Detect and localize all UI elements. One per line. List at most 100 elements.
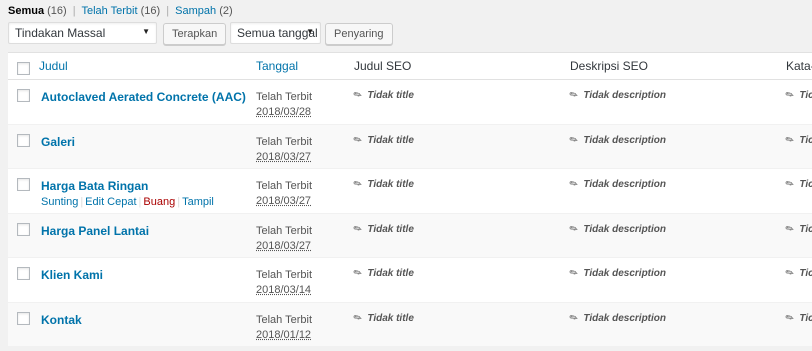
date-filter-select[interactable]: Semua tanggal ▼ (230, 22, 321, 44)
pencil-icon: ✎ (783, 177, 797, 192)
quick-edit-link[interactable]: Edit Cepat (85, 196, 136, 208)
filter-all[interactable]: Semua (8, 5, 44, 17)
publish-date: 2018/01/12 (256, 328, 312, 341)
publish-status: Telah Terbit (256, 224, 313, 237)
seo-title-value: Tidak title (367, 90, 414, 101)
keywords-value: Tic (799, 90, 812, 101)
pages-table: Judul Tanggal Judul SEO Deskripsi SEO Ka… (8, 52, 812, 347)
pencil-icon: ✎ (351, 88, 365, 103)
keywords-value: Tic (799, 312, 812, 324)
pencil-icon: ✎ (351, 311, 365, 325)
seo-description-cell[interactable]: ✎ Tidak description (567, 177, 667, 192)
pencil-icon: ✎ (567, 222, 581, 236)
row-checkbox[interactable] (17, 89, 30, 102)
pencil-icon: ✎ (783, 133, 797, 147)
page-title-link[interactable]: Harga Panel Lantai (41, 224, 149, 238)
row-actions: Sunting | Edit Cepat | Buang | Tampil (41, 196, 214, 208)
pencil-icon: ✎ (567, 88, 581, 103)
seo-title-cell[interactable]: ✎ Tidak title (351, 222, 414, 236)
publish-status: Telah Terbit (256, 135, 313, 148)
seo-description-cell[interactable]: ✎ Tidak description (567, 88, 666, 103)
bulk-action-select[interactable]: Tindakan Massal ▼ (8, 22, 157, 44)
seo-description-cell[interactable]: ✎ Tidak description (567, 222, 666, 236)
trash-link[interactable]: Buang (143, 196, 175, 208)
page-title-link[interactable]: Kontak (41, 313, 82, 327)
filter-button[interactable]: Penyaring (325, 23, 393, 45)
pencil-icon: ✎ (783, 88, 797, 103)
select-all-checkbox[interactable] (17, 62, 30, 75)
bulk-action-value: Tindakan Massal (15, 26, 106, 40)
row-checkbox[interactable] (17, 222, 30, 236)
table-row: Harga Panel Lantai Telah Terbit 2018/03/… (8, 213, 812, 258)
keywords-cell[interactable]: ✎Tic (783, 311, 812, 325)
date-cell: Telah Terbit 2018/01/12 (256, 313, 312, 343)
page-title-link[interactable]: Galeri (41, 135, 75, 149)
seo-description-value: Tidak description (583, 179, 667, 190)
pencil-icon: ✎ (567, 266, 581, 281)
keywords-cell[interactable]: ✎Tic (783, 222, 812, 236)
filter-published[interactable]: Telah Terbit (81, 5, 137, 17)
row-checkbox[interactable] (17, 178, 30, 191)
pencil-icon: ✎ (351, 266, 365, 281)
seo-title-cell[interactable]: ✎ Tidak title (351, 311, 414, 325)
publish-status: Telah Terbit (256, 180, 313, 192)
keywords-cell[interactable]: ✎Tic (784, 267, 812, 281)
keywords-cell[interactable]: ✎Tic (783, 88, 812, 103)
seo-description-cell[interactable]: ✎ Tidak description (568, 311, 667, 325)
filter-trash[interactable]: Sampah (175, 5, 216, 17)
seo-title-value: Tidak title (367, 268, 414, 279)
seo-description-value: Tidak description (583, 134, 667, 146)
publish-status: Telah Terbit (256, 269, 313, 281)
filter-trash-count: (2) (219, 5, 233, 17)
publish-date: 2018/03/14 (256, 284, 312, 296)
pencil-icon: ✎ (351, 222, 365, 236)
pencil-icon: ✎ (783, 311, 797, 325)
column-seo-title: Judul SEO (354, 59, 412, 73)
column-title-sort[interactable]: Judul (39, 59, 68, 73)
seo-description-value: Tidak description (583, 268, 667, 279)
publish-status: Telah Terbit (256, 313, 313, 326)
seo-title-cell[interactable]: ✎ Tidak title (351, 266, 414, 281)
keywords-value: Tic (799, 223, 812, 235)
status-filter-links: Semua (16) | Telah Terbit (16) | Sampah … (8, 5, 233, 17)
row-checkbox[interactable] (17, 133, 30, 147)
seo-description-value: Tidak description (583, 312, 667, 324)
keywords-cell[interactable]: ✎Tic (783, 133, 812, 147)
page-title-link[interactable]: Autoclaved Aerated Concrete (AAC) (41, 90, 246, 104)
pencil-icon: ✎ (783, 222, 797, 236)
row-checkbox[interactable] (17, 311, 30, 325)
pencil-icon: ✎ (351, 133, 365, 147)
page-title-link[interactable]: Harga Bata Ringan (41, 179, 148, 193)
pencil-icon: ✎ (351, 177, 365, 192)
page-title-link[interactable]: Klien Kami (41, 268, 103, 282)
pencil-icon: ✎ (567, 133, 581, 147)
row-checkbox[interactable] (17, 267, 30, 280)
seo-title-value: Tidak title (367, 134, 414, 146)
seo-description-cell[interactable]: ✎ Tidak description (567, 133, 667, 147)
seo-title-cell[interactable]: ✎ Tidak title (351, 133, 414, 147)
keywords-cell[interactable]: ✎Tic (783, 177, 812, 192)
table-row: Klien Kami Telah Terbit 2018/03/14 ✎ Tida… (8, 258, 812, 303)
pencil-icon: ✎ (567, 177, 581, 192)
date-cell: Telah Terbit 2018/03/28 (256, 90, 312, 120)
seo-title-cell[interactable]: ✎ Tidak title (351, 177, 414, 192)
date-cell: Telah Terbit 2018/03/27 (256, 224, 312, 254)
table-header: Judul Tanggal Judul SEO Deskripsi SEO Ka… (8, 53, 812, 80)
table-row: Harga Bata Ringan Sunting | Edit Cepat | Bua… (8, 169, 812, 214)
keywords-value: Tic (799, 268, 812, 279)
publish-date: 2018/03/27 (256, 239, 312, 252)
seo-title-cell[interactable]: ✎ Tidak title (351, 88, 414, 103)
publish-date: 2018/03/27 (256, 150, 312, 163)
column-keywords: Kata-k (786, 59, 812, 73)
table-row: Galeri Telah Terbit 2018/03/27 ✎ Tidak ti… (8, 124, 812, 169)
view-link[interactable]: Tampil (182, 196, 214, 208)
seo-description-cell[interactable]: ✎ Tidak description (567, 266, 667, 281)
seo-title-value: Tidak title (367, 179, 414, 190)
column-date-sort[interactable]: Tanggal (256, 59, 298, 73)
publish-status: Telah Terbit (256, 91, 313, 103)
apply-button[interactable]: Terapkan (163, 23, 227, 45)
keywords-value: Tic (799, 179, 812, 190)
filter-all-count: (16) (47, 5, 67, 17)
edit-link[interactable]: Sunting (41, 196, 78, 208)
table-row: Autoclaved Aerated Concrete (AAC) Telah … (8, 80, 812, 125)
